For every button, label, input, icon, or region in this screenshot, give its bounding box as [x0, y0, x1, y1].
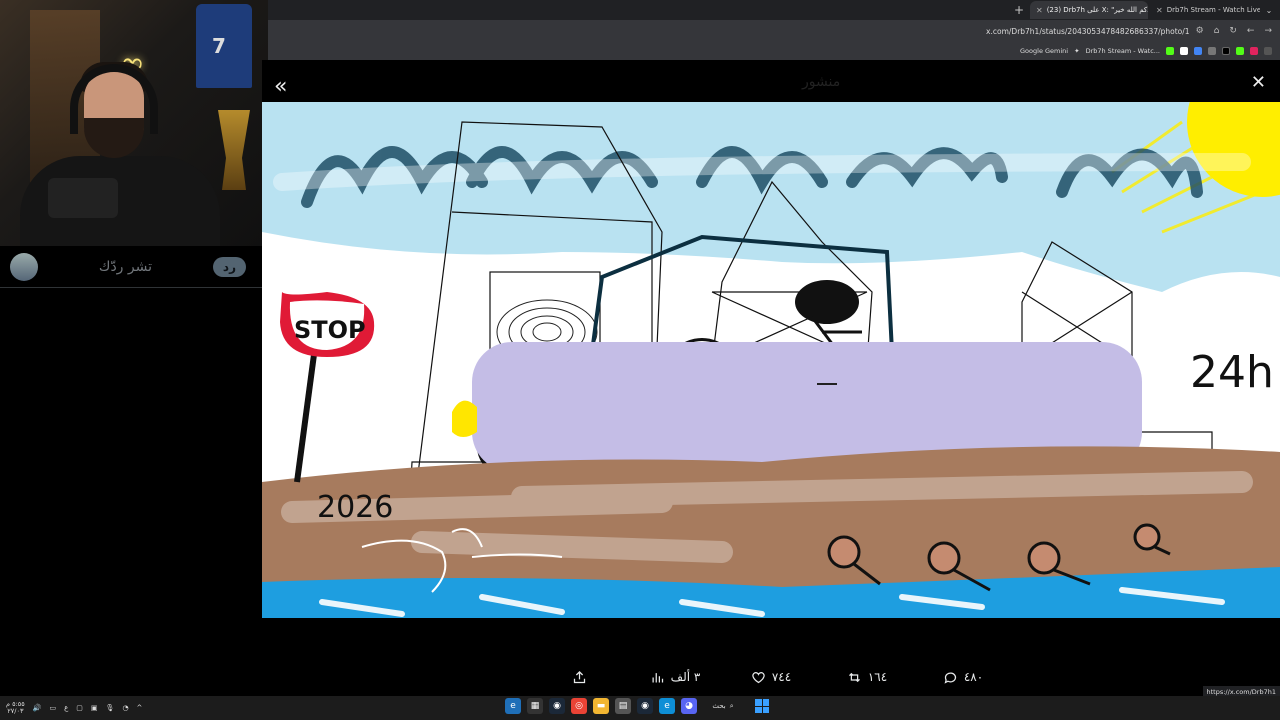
- chrome-icon[interactable]: ◎: [571, 698, 587, 714]
- edge-icon[interactable]: e: [505, 698, 521, 714]
- address-bar: x.com/Drb7h1/status/2043053478482686337/…: [268, 20, 1280, 42]
- year-text: 2026: [317, 490, 393, 525]
- reply-button[interactable]: رد: [212, 256, 246, 277]
- language-indicator[interactable]: ع: [64, 704, 68, 712]
- likes-count: ٧٤٤: [771, 670, 792, 684]
- microphone: [48, 178, 118, 218]
- share-button[interactable]: [531, 670, 627, 685]
- search-icon: ⌕: [729, 701, 734, 710]
- search-label: بحث: [712, 702, 726, 710]
- speaker-icon[interactable]: 🔊: [33, 704, 42, 712]
- kick-bookmark-icon[interactable]: [1166, 47, 1174, 55]
- post-header-title: منشور: [802, 74, 841, 90]
- bookmark-icon[interactable]: [1208, 47, 1216, 55]
- views-count: ٣ ألف: [670, 670, 701, 684]
- share-icon: [573, 670, 585, 683]
- jersey-number: 7: [212, 34, 226, 58]
- tab-kick-stream[interactable]: ✕ Drb7h Stream - Watch Live on Kick K: [1150, 1, 1260, 19]
- views-icon: [652, 672, 663, 682]
- screen: 7 ∞ تشر ردّك رد + ✕ (23) Drb7h على X: "د…: [0, 0, 1280, 720]
- post-actions: ٣ ألف ٧٤٤ ١٦٤ ٤٨٠: [262, 666, 1280, 688]
- repost-button[interactable]: ١٦٤: [819, 670, 915, 685]
- avatar[interactable]: [10, 252, 38, 281]
- repost-icon: [848, 672, 860, 682]
- bookmark-icon[interactable]: [1250, 47, 1258, 55]
- url-field[interactable]: x.com/Drb7h1/status/2043053478482686337/…: [986, 27, 1196, 36]
- tab-title: Drb7h Stream - Watch Live on Kick: [1166, 6, 1260, 14]
- close-icon[interactable]: ✕: [1251, 72, 1266, 93]
- clock-date: ٢٧/٠٣: [7, 707, 24, 715]
- new-tab-button[interactable]: +: [1010, 3, 1028, 17]
- taskbar: ٥:٥٥ م ٢٧/٠٣ 🔊 ▭ ع ▢ ▣ 🎙 ◔ ^ e ▦ ◉ ◎ ▬ ▤…: [0, 696, 1280, 720]
- tab-title: (23) Drb7h على X: "دكم الله خير": [1046, 6, 1148, 14]
- kick-bookmark-icon[interactable]: [1236, 47, 1244, 55]
- drawing-image: STOP 2026 24h: [262, 102, 1280, 618]
- steam-icon[interactable]: ◉: [549, 698, 565, 714]
- webcam-overlay: 7 ∞: [0, 0, 268, 246]
- reply-input[interactable]: تشر ردّك: [99, 259, 152, 275]
- display-icon[interactable]: ▢: [76, 704, 83, 712]
- show-hidden-icons[interactable]: ^: [137, 704, 143, 712]
- reply-action-button[interactable]: ٤٨٠: [915, 670, 1011, 685]
- app-icon[interactable]: ▤: [615, 698, 631, 714]
- edge-icon[interactable]: e: [659, 698, 675, 714]
- reposts-count: ١٦٤: [867, 670, 888, 684]
- bookmark-icon[interactable]: [1180, 47, 1188, 55]
- site-settings-icon[interactable]: ⚙: [1196, 26, 1204, 36]
- bookmark-drb7h[interactable]: Drb7h Stream - Watc...: [1086, 47, 1160, 55]
- chevrons-left-icon[interactable]: «: [274, 74, 287, 99]
- hours-text: 24h: [1190, 347, 1274, 398]
- trophy: [218, 110, 250, 190]
- jersey-frame: 7: [196, 4, 252, 88]
- reload-icon[interactable]: ↻: [1229, 26, 1237, 36]
- gemini-icon: ✦: [1074, 47, 1080, 55]
- back-icon[interactable]: ←: [1247, 26, 1255, 36]
- views-button[interactable]: ٣ ألف: [627, 670, 723, 685]
- nav-buttons: ⚙ ⌂ ↻ ← →: [1196, 26, 1280, 36]
- like-button[interactable]: ٧٤٤: [723, 670, 819, 685]
- tab-bar: + ✕ (23) Drb7h على X: "دكم الله خير" 𝕏 ✕…: [268, 0, 1280, 20]
- replies-count: ٤٨٠: [963, 670, 984, 684]
- wifi-icon[interactable]: ◔: [122, 704, 128, 712]
- reply-composer: تشر ردّك رد: [0, 246, 262, 288]
- network-icon[interactable]: ▣: [91, 704, 98, 712]
- clock[interactable]: ٥:٥٥ م ٢٧/٠٣: [6, 701, 25, 715]
- tab-close-icon[interactable]: ✕: [1156, 6, 1163, 15]
- taskbar-apps: e ▦ ◉ ◎ ▬ ▤ ◉ e ◕ بحث ⌕: [505, 698, 769, 714]
- drawing-canvas: STOP 2026 24h: [262, 102, 1280, 618]
- reply-icon: [944, 672, 956, 684]
- bookmark-gemini[interactable]: Google Gemini: [1020, 47, 1068, 55]
- bookmark-icon[interactable]: [1194, 47, 1202, 55]
- steam-icon[interactable]: ◉: [637, 698, 653, 714]
- file-explorer-icon[interactable]: ▬: [593, 698, 609, 714]
- battery-icon[interactable]: ▭: [49, 704, 56, 712]
- stop-sign-text: STOP: [294, 316, 366, 344]
- tab-x-post[interactable]: ✕ (23) Drb7h على X: "دكم الله خير" 𝕏: [1030, 1, 1148, 19]
- tab-search-icon[interactable]: ⌄: [1262, 6, 1276, 15]
- taskbar-search[interactable]: بحث ⌕: [703, 702, 743, 711]
- system-tray: ٥:٥٥ م ٢٧/٠٣ 🔊 ▭ ع ▢ ▣ 🎙 ◔ ^: [0, 701, 142, 715]
- forward-icon[interactable]: →: [1264, 26, 1272, 36]
- tab-close-icon[interactable]: ✕: [1036, 6, 1043, 15]
- bookmarks-bar: Google Gemini ✦ Drb7h Stream - Watc...: [268, 42, 1280, 60]
- mic-icon[interactable]: 🎙: [106, 704, 115, 712]
- photo-viewer: « منشور ✕ STOP 2026 24h ٣ ألف ٧٤٤ ١٦٤ ٤٨…: [262, 60, 1280, 696]
- heart-icon: [752, 671, 765, 683]
- apps-grid-icon[interactable]: [1264, 47, 1272, 55]
- discord-icon[interactable]: ◕: [681, 698, 697, 714]
- home-icon[interactable]: ⌂: [1214, 26, 1220, 36]
- start-icon[interactable]: [755, 699, 769, 713]
- x-bookmark-icon[interactable]: [1222, 47, 1230, 55]
- taskview-icon[interactable]: ▦: [527, 698, 543, 714]
